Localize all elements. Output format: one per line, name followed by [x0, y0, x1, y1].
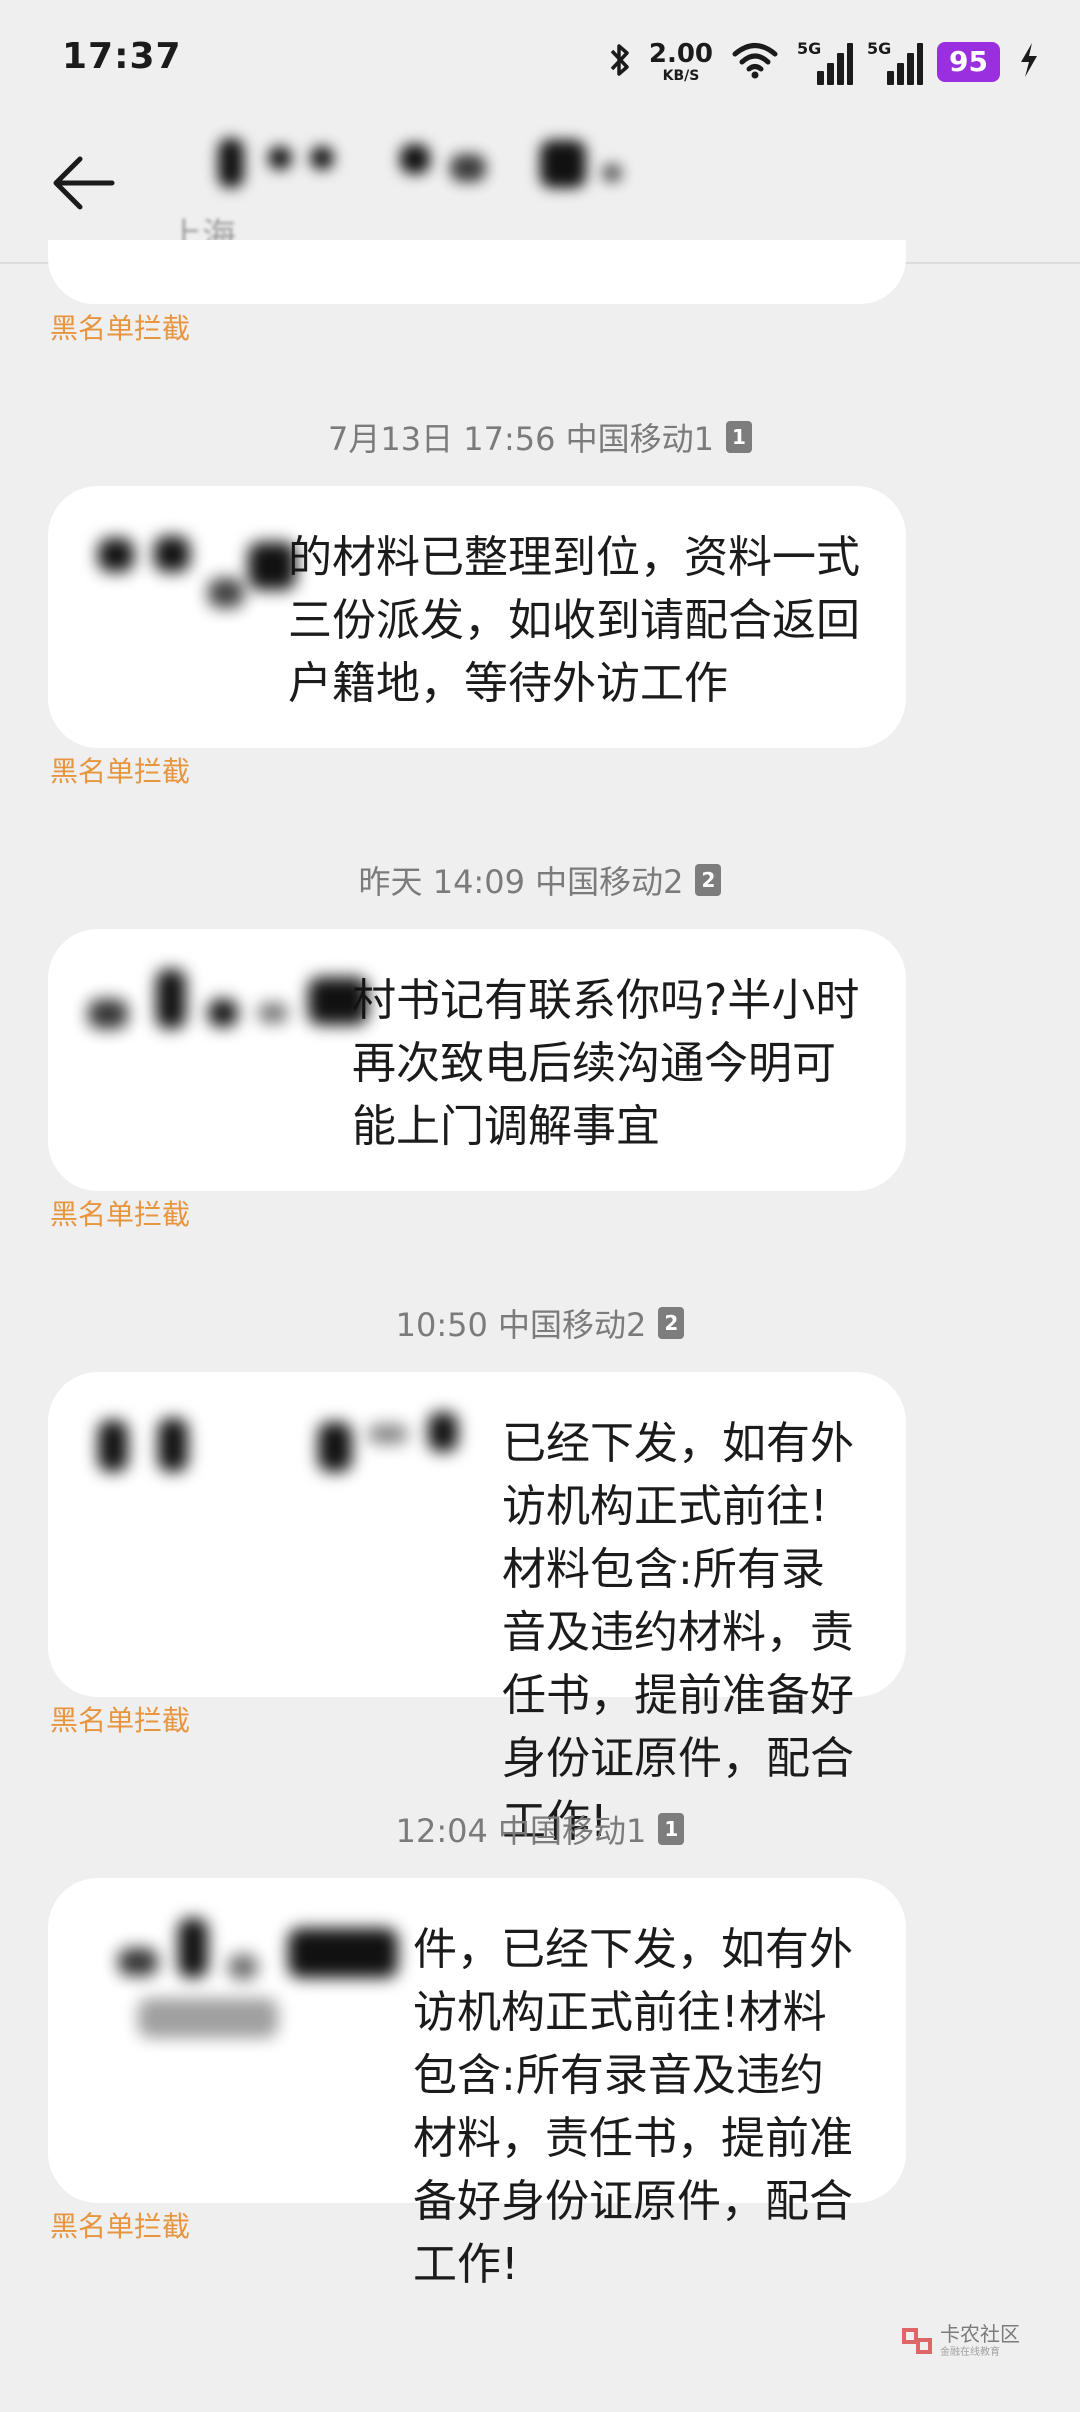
message-timestamp: 7月13日 17:56 中国移动1 1: [0, 414, 1080, 460]
message-timestamp: 12:04 中国移动1 1: [0, 1806, 1080, 1852]
network-speed-value: 2.00: [648, 39, 714, 69]
message-timestamp: 昨天 14:09 中国移动2 2: [0, 857, 1080, 903]
watermark: 卡农社区 金融在线教育: [900, 2324, 1020, 2358]
message-text: 已经下发，如有外访机构正式前往!材料包含:所有录音及违约材料，责任书，提前准备好…: [502, 1418, 854, 1847]
back-button[interactable]: [44, 150, 122, 220]
blacklist-blocked-label: 黑名单拦截: [50, 2210, 191, 2243]
message-bubble[interactable]: 件，已经下发，如有外访机构正式前往!材料包含:所有录音及违约材料，责任书，提前准…: [48, 1878, 906, 2290]
charging-icon: [1018, 41, 1040, 83]
sim-1-icon: 1: [658, 1813, 685, 1845]
message-bubble[interactable]: 已经下发，如有外访机构正式前往!材料包含:所有录音及违约材料，责任书，提前准备好…: [48, 1372, 906, 1847]
message-text: 村书记有联系你吗?半小时再次致电后续沟通今明可能上门调解事宜: [352, 975, 860, 1152]
blacklist-blocked-label: 黑名单拦截: [50, 1198, 191, 1231]
blacklist-blocked-label: 黑名单拦截: [50, 312, 191, 345]
sim-2-icon: 2: [658, 1307, 685, 1339]
message-datetime: 12:04 中国移动1: [395, 1812, 647, 1850]
message-bubble[interactable]: 村书记有联系你吗?半小时再次致电后续沟通今明可能上门调解事宜: [48, 929, 906, 1191]
contact-name-redacted: [210, 128, 670, 200]
wifi-icon: [731, 41, 779, 83]
signal-icon: 5G: [797, 39, 854, 85]
message-datetime: 7月13日 17:56 中国移动1: [327, 420, 714, 458]
blacklist-blocked-label: 黑名单拦截: [50, 1704, 191, 1737]
watermark-title: 卡农社区: [940, 2322, 1020, 2346]
watermark-logo-icon: [900, 2324, 934, 2358]
bluetooth-icon: [609, 41, 631, 83]
signal-2-label: 5G: [867, 39, 892, 58]
sms-conversation-screen: 17:37 2.00 KB/S 5G 5G 95 上海 黑名单拦截 7月13日 …: [0, 0, 1080, 2412]
status-icons: 2.00 KB/S 5G 5G 95: [609, 36, 1040, 88]
status-time: 17:37: [62, 36, 182, 77]
message-datetime: 10:50 中国移动2: [395, 1306, 647, 1344]
message-text: 的材料已整理到位，资料一式三份派发，如收到请配合返回户籍地，等待外访工作: [288, 532, 860, 709]
arrow-left-icon: [50, 155, 116, 215]
previous-message-bubble[interactable]: [48, 240, 906, 304]
signal-icon: 5G: [867, 39, 924, 85]
sim-1-icon: 1: [726, 421, 752, 453]
status-bar: 17:37 2.00 KB/S 5G 5G 95: [0, 0, 1080, 120]
watermark-subtitle: 金融在线教育: [940, 2347, 1000, 2358]
sim-2-icon: 2: [695, 864, 722, 896]
message-text: 件，已经下发，如有外访机构正式前往!材料包含:所有录音及违约材料，责任书，提前准…: [413, 1924, 853, 2290]
network-speed-unit: KB/S: [662, 68, 700, 84]
network-speed: 2.00 KB/S: [649, 41, 713, 83]
message-datetime: 昨天 14:09 中国移动2: [358, 863, 684, 901]
message-bubble[interactable]: 的材料已整理到位，资料一式三份派发，如收到请配合返回户籍地，等待外访工作: [48, 486, 906, 748]
signal-1-label: 5G: [797, 39, 822, 58]
battery-level: 95: [937, 42, 1000, 82]
blacklist-blocked-label: 黑名单拦截: [50, 755, 191, 788]
message-timestamp: 10:50 中国移动2 2: [0, 1300, 1080, 1346]
